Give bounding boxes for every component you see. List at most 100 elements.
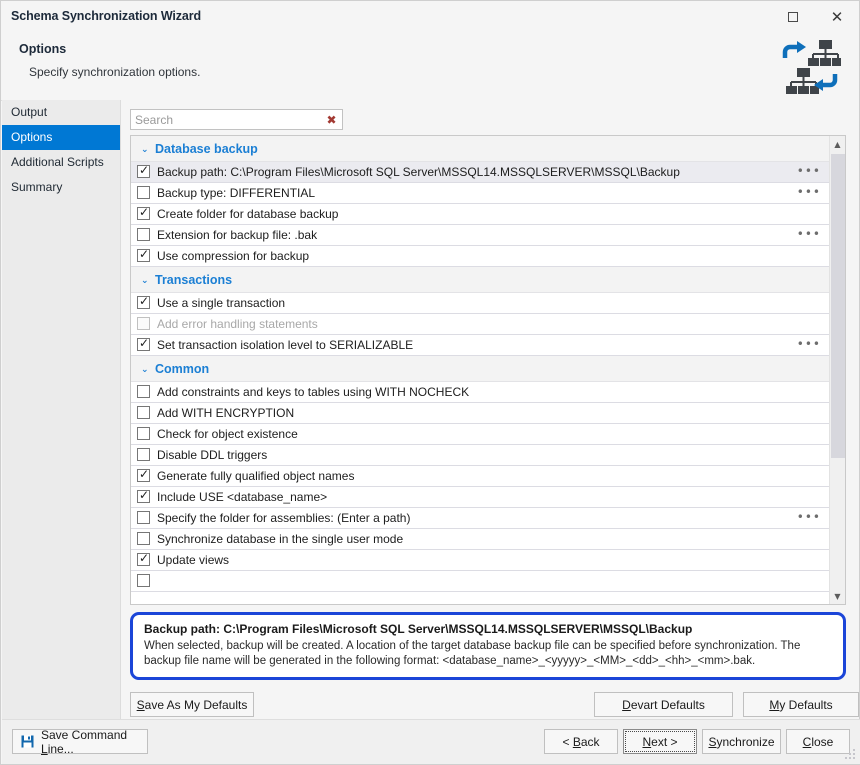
option-checkbox[interactable]: ✓ (137, 163, 150, 178)
option-row[interactable]: ✓ Update views (131, 550, 829, 571)
option-more-button[interactable]: ••• (797, 183, 821, 202)
page-header: Options Specify synchronization options. (1, 34, 859, 101)
option-checkbox[interactable] (137, 406, 150, 419)
option-checkbox[interactable] (137, 511, 150, 524)
option-checkbox[interactable] (137, 186, 150, 199)
option-label: Use a single transaction (157, 296, 286, 310)
options-group-header[interactable]: ⌄ Transactions (131, 267, 829, 293)
option-checkbox[interactable] (137, 448, 150, 461)
option-label: Specify the folder for assemblies: (Ente… (157, 511, 411, 525)
save-as-my-defaults-button[interactable]: Save As My Defaults (130, 692, 254, 717)
devart-defaults-button[interactable]: Devart Defaults (594, 692, 733, 717)
option-row[interactable]: Add constraints and keys to tables using… (131, 382, 829, 403)
options-panel: ✖ ⌄ Database backup ✓ Backup path: C:\Progr… (121, 100, 859, 719)
wizard-footer: Save Command Line... < Back Next > Synch… (2, 719, 860, 764)
option-label: Include USE <database_name> (157, 490, 328, 504)
clear-search-icon[interactable]: ✖ (323, 112, 340, 127)
synchronize-button[interactable]: Synchronize (702, 729, 781, 754)
options-group-header[interactable]: ⌄ Database backup (131, 136, 829, 162)
option-label: Create folder for database backup (157, 207, 339, 221)
sidebar-item-options[interactable]: Options (2, 125, 120, 150)
option-label: Use compression for backup (157, 249, 310, 263)
check-icon: ✓ (139, 551, 150, 565)
check-icon: ✓ (139, 488, 150, 502)
option-row[interactable]: ✓ Include USE <database_name> (131, 487, 829, 508)
my-defaults-button[interactable]: My Defaults (743, 692, 859, 717)
window-title: Schema Synchronization Wizard (11, 9, 202, 23)
option-row[interactable] (131, 571, 829, 592)
save-command-line-button[interactable]: Save Command Line... (12, 728, 148, 756)
option-row[interactable]: Synchronize database in the single user … (131, 529, 829, 550)
option-row[interactable]: Extension for backup file: .bak ••• (131, 225, 829, 246)
option-checkbox[interactable]: ✓ (137, 467, 150, 482)
sidebar-item-additional-scripts[interactable]: Additional Scripts (2, 150, 120, 175)
option-checkbox[interactable]: ✓ (137, 488, 150, 503)
option-label: Extension for backup file: .bak (157, 228, 318, 242)
option-checkbox[interactable] (137, 574, 150, 587)
option-label: Synchronize database in the single user … (157, 532, 404, 546)
options-scrollbar[interactable]: ▲ ▼ (829, 136, 845, 604)
option-row[interactable]: Specify the folder for assemblies: (Ente… (131, 508, 829, 529)
resize-grip-icon[interactable] (844, 748, 857, 761)
schema-sync-wizard-window: Schema Synchronization Wizard ✕ Options … (0, 0, 860, 765)
close-window-button[interactable]: ✕ (815, 1, 859, 33)
option-checkbox[interactable] (137, 427, 150, 440)
title-bar: Schema Synchronization Wizard ✕ (1, 1, 859, 34)
sidebar-item-output[interactable]: Output (2, 100, 120, 125)
description-title: Backup path: C:\Program Files\Microsoft … (144, 622, 693, 636)
back-label: < Back (562, 734, 600, 749)
next-label: Next > (642, 734, 678, 749)
option-label: Generate fully qualified object names (157, 469, 355, 483)
options-group-header[interactable]: ⌄ Common (131, 356, 829, 382)
option-checkbox[interactable]: ✓ (137, 247, 150, 262)
options-group-label: Database backup (155, 142, 258, 156)
sidebar-item-summary[interactable]: Summary (2, 175, 120, 200)
maximize-button[interactable] (771, 1, 815, 33)
option-more-button[interactable]: ••• (797, 162, 821, 181)
check-icon: ✓ (139, 294, 150, 308)
option-label: Add WITH ENCRYPTION (157, 406, 295, 420)
option-checkbox[interactable]: ✓ (137, 551, 150, 566)
option-label: Set transaction isolation level to SERIA… (157, 338, 414, 352)
option-checkbox[interactable] (137, 228, 150, 241)
option-more-button[interactable]: ••• (797, 225, 821, 244)
option-row[interactable]: ✓ Use compression for backup (131, 246, 829, 267)
option-more-button[interactable]: ••• (797, 508, 821, 527)
option-row[interactable]: Add WITH ENCRYPTION (131, 403, 829, 424)
option-row[interactable]: ✓ Create folder for database backup (131, 204, 829, 225)
option-label: Add constraints and keys to tables using… (157, 385, 470, 399)
option-checkbox[interactable] (137, 385, 150, 398)
option-label: Backup type: DIFFERENTIAL (157, 186, 316, 200)
check-icon: ✓ (139, 163, 150, 177)
option-checkbox[interactable] (137, 532, 150, 545)
page-title: Options (19, 42, 67, 56)
option-row[interactable]: Add error handling statements (131, 314, 829, 335)
check-icon: ✓ (139, 205, 150, 219)
option-row[interactable]: ✓ Set transaction isolation level to SERI… (131, 335, 829, 356)
option-checkbox[interactable]: ✓ (137, 336, 150, 351)
back-button[interactable]: < Back (544, 729, 618, 754)
option-row[interactable]: ✓ Generate fully qualified object names (131, 466, 829, 487)
option-row[interactable]: Backup type: DIFFERENTIAL ••• (131, 183, 829, 204)
option-row[interactable]: ✓ Backup path: C:\Program Files\Microsoft… (131, 162, 829, 183)
check-icon: ✓ (139, 247, 150, 261)
scroll-down-arrow-icon[interactable]: ▼ (830, 588, 845, 604)
floppy-disk-icon (21, 735, 34, 748)
close-button[interactable]: Close (786, 729, 850, 754)
scrollbar-thumb[interactable] (831, 154, 845, 458)
option-row[interactable]: Disable DDL triggers (131, 445, 829, 466)
chevron-down-icon: ⌄ (141, 276, 149, 286)
scroll-up-arrow-icon[interactable]: ▲ (830, 136, 845, 152)
option-checkbox[interactable]: ✓ (137, 205, 150, 220)
option-row[interactable]: ✓ Use a single transaction (131, 293, 829, 314)
next-button[interactable]: Next > (623, 729, 697, 754)
check-icon: ✓ (139, 467, 150, 481)
option-label: Disable DDL triggers (157, 448, 268, 462)
option-more-button[interactable]: ••• (797, 335, 821, 354)
option-label: Add error handling statements (157, 317, 318, 331)
my-defaults-label: My Defaults (769, 697, 833, 712)
option-row[interactable]: Check for object existence (131, 424, 829, 445)
search-input[interactable] (131, 110, 317, 129)
synchronize-label: Synchronize (708, 734, 775, 749)
option-checkbox[interactable]: ✓ (137, 294, 150, 309)
